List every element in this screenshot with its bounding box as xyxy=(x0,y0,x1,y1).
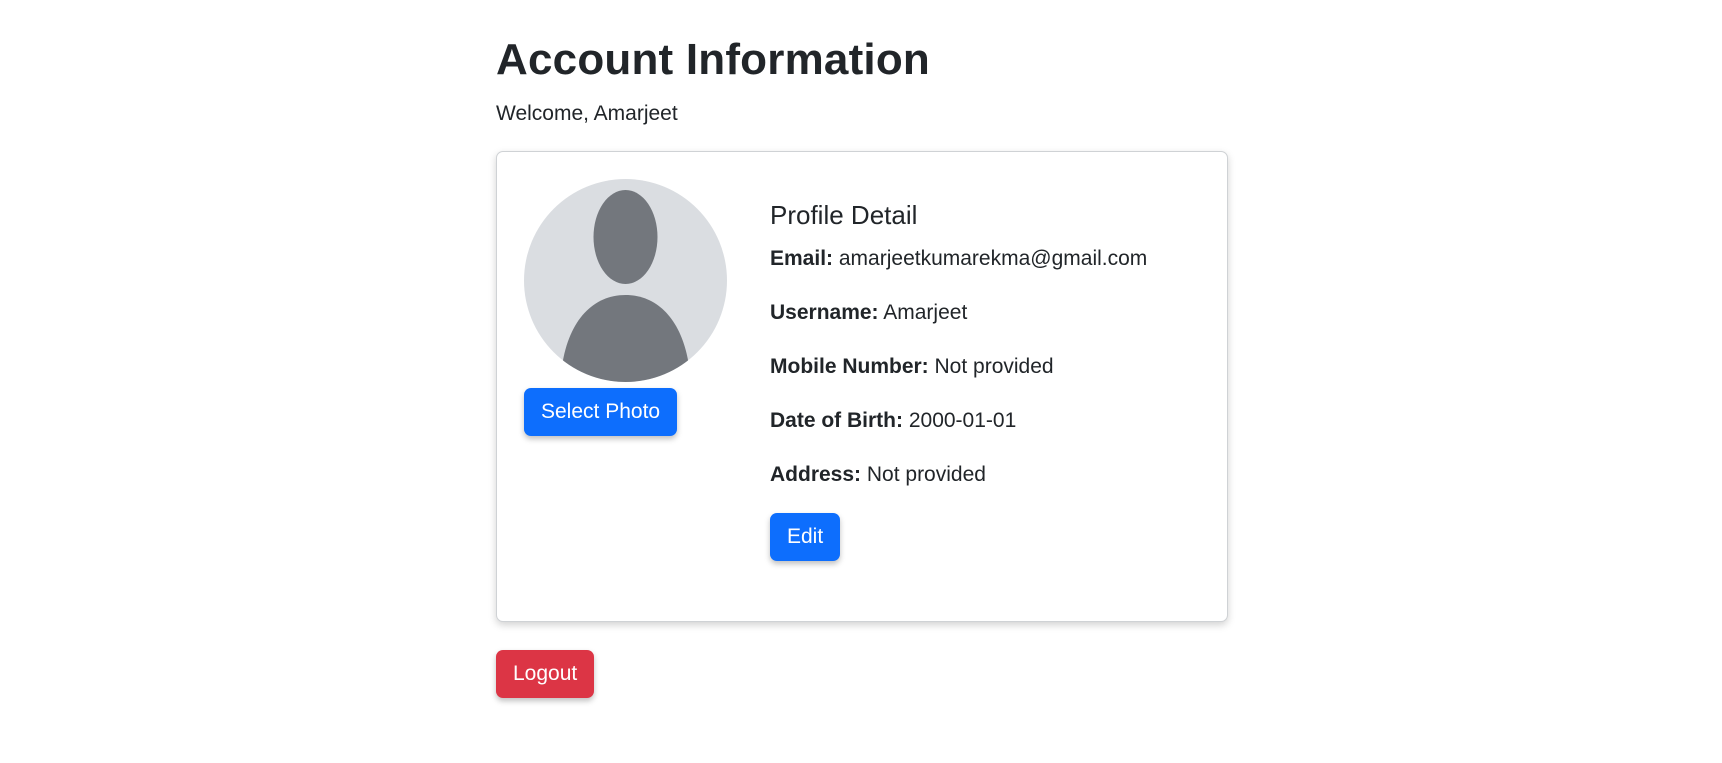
edit-button[interactable]: Edit xyxy=(770,513,841,561)
user-silhouette-icon xyxy=(562,190,689,382)
detail-row-mobile: Mobile Number: Not provided xyxy=(770,353,1200,381)
dob-label: Date of Birth: xyxy=(770,409,903,432)
account-container: Account Information Welcome, Amarjeet Se… xyxy=(496,30,1232,698)
dob-value: 2000-01-01 xyxy=(908,409,1017,432)
profile-detail-title: Profile Detail xyxy=(770,200,918,230)
page-title: Account Information xyxy=(496,35,931,84)
detail-row-username: Username: Amarjeet xyxy=(770,299,1200,327)
detail-row-address: Address: Not provided xyxy=(770,461,1200,489)
logout-button[interactable]: Logout xyxy=(496,650,595,698)
email-value: amarjeetkumarekma@gmail.com xyxy=(838,247,1148,270)
username-value: Amarjeet xyxy=(883,301,968,324)
mobile-label: Mobile Number: xyxy=(770,355,929,378)
mobile-value: Not provided xyxy=(934,355,1054,378)
email-label: Email: xyxy=(770,247,834,270)
select-photo-button[interactable]: Select Photo xyxy=(524,388,678,436)
account-page: Account Information Welcome, Amarjeet Se… xyxy=(0,0,1722,763)
profile-card: Select Photo Profile Detail Email: amarj… xyxy=(496,151,1228,622)
avatar-column: Select Photo xyxy=(524,179,728,436)
username-label: Username: xyxy=(770,301,879,324)
address-value: Not provided xyxy=(866,463,986,486)
address-label: Address: xyxy=(770,463,862,486)
detail-row-email: Email: amarjeetkumarekma@gmail.com xyxy=(770,245,1200,273)
detail-row-dob: Date of Birth: 2000-01-01 xyxy=(770,407,1200,435)
welcome-text: Welcome, Amarjeet xyxy=(496,102,678,125)
avatar xyxy=(524,179,727,382)
profile-details: Profile Detail Email: amarjeetkumarekma@… xyxy=(770,199,1200,561)
